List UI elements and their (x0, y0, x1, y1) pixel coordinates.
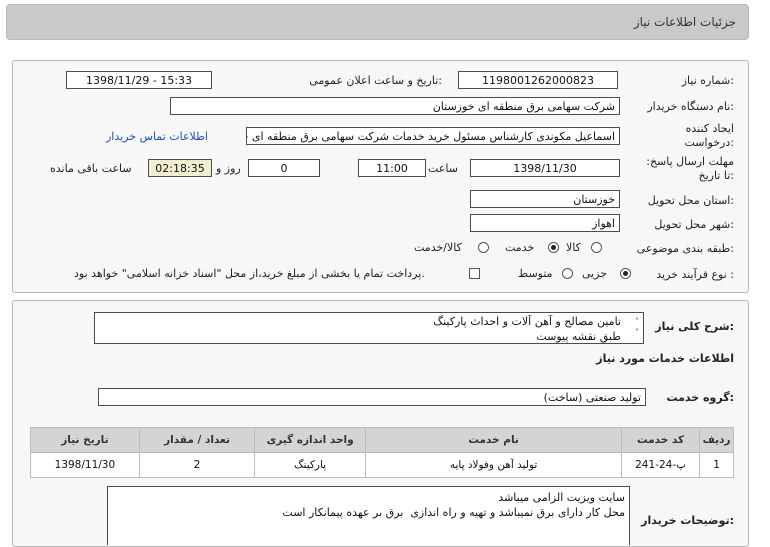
window-title-bar: جزئیات اطلاعات نیاز (6, 4, 749, 40)
category-label: طبقه بندی موضوعی: (636, 242, 734, 255)
table-row: 1 پ-24-241 تولید آهن وفولاد پایه پارکینگ… (30, 452, 734, 478)
services-table: ردیف کد خدمت نام خدمت واحد اندازه گیری ت… (30, 427, 734, 478)
cell-row-number: 1 (699, 452, 734, 478)
column-header-service-code: کد خدمت (621, 427, 701, 453)
category-option-service: خدمت (505, 241, 535, 254)
process-label: نوع فرآیند خرید : (656, 268, 734, 281)
radio-button[interactable] (591, 242, 602, 253)
process-radio-minor[interactable] (620, 268, 632, 280)
city-field: اهواز (470, 214, 620, 232)
need-number-field: 1198001262000823 (458, 71, 618, 89)
buyer-notes-label: توضیحات خریدار: (641, 514, 734, 527)
days-remaining-field: 0 (248, 159, 320, 177)
deadline-time-label: ساعت (428, 162, 458, 175)
deadline-time-field: 11:00 (358, 159, 426, 177)
cell-service-name: تولید آهن وفولاد پایه (365, 452, 623, 478)
category-radio-goods[interactable] (591, 242, 603, 254)
deadline-label: مهلت ارسال پاسخ: تا تاریخ: (638, 155, 734, 183)
category-option-goods: کالا (566, 241, 581, 254)
remaining-label: ساعت باقی مانده (50, 162, 132, 175)
services-section-title: اطلاعات خدمات مورد نیاز (596, 352, 734, 365)
buyer-org-field: شرکت سهامی برق منطقه ای خوزستان (170, 97, 620, 115)
process-option-minor: جزیی (582, 267, 608, 280)
column-header-row-number: ردیف (699, 427, 734, 453)
process-radio-medium[interactable] (562, 268, 574, 280)
description-box: تامین مصالح و آهن آلات و احداث پارکینگ ط… (94, 312, 644, 344)
radio-button-selected[interactable] (548, 242, 559, 253)
creator-label: ایجاد کننده درخواست: (642, 122, 735, 150)
province-field: خوزستان (470, 190, 620, 208)
column-header-quantity: تعداد / مقدار (138, 427, 256, 453)
remaining-time-field: 02:18:35 (148, 159, 212, 177)
buyer-notes-box: سایت ویزیت الزامی میباشد محل کار دارای ب… (107, 486, 630, 545)
announce-date-field: 1398/11/29 - 15:33 (66, 71, 212, 89)
service-group-field: تولید صنعتی (ساخت) (98, 388, 646, 406)
column-header-need-date: تاریخ نیاز (30, 427, 140, 453)
announce-date-label: تاریخ و ساعت اعلان عمومی: (309, 74, 442, 87)
creator-label-text: ایجاد کننده درخواست: (684, 122, 735, 149)
description-label: شرح کلی نیاز: (655, 320, 734, 333)
column-header-service-name: نام خدمت (365, 427, 623, 453)
category-radio-service[interactable] (548, 242, 560, 254)
radio-button[interactable] (478, 242, 489, 253)
category-radio-goods-service[interactable] (478, 242, 490, 254)
buyer-contact-link[interactable]: اطلاعات تماس خریدار (106, 130, 208, 143)
treasury-payment-note: پرداخت تمام یا بخشی از مبلغ خرید،از محل … (74, 267, 425, 280)
cell-quantity: 2 (138, 452, 256, 478)
description-line-1: تامین مصالح و آهن آلات و احداث پارکینگ (433, 315, 621, 328)
days-label: روز و (216, 162, 241, 175)
treasury-payment-checkbox[interactable] (469, 268, 480, 279)
description-line-2: طبق نقشه پیوست (536, 330, 621, 343)
radio-button[interactable] (562, 268, 573, 279)
scroll-arrows-icon[interactable]: ˄ ˅ (635, 316, 639, 338)
deadline-date-field: 1398/11/30 (470, 159, 620, 177)
buyer-notes-line-1: سایت ویزیت الزامی میباشد (498, 491, 625, 504)
cell-need-date: 1398/11/30 (30, 452, 140, 478)
need-number-label: شماره نیاز: (681, 74, 734, 87)
process-option-medium: متوسط (518, 267, 553, 280)
city-label: شهر محل تحویل: (654, 218, 734, 231)
category-option-goods-service: کالا/خدمت (414, 241, 462, 254)
table-header-row: ردیف کد خدمت نام خدمت واحد اندازه گیری ت… (30, 427, 734, 453)
creator-field: اسماعیل مکوندی کارشناس مسئول خرید خدمات … (246, 127, 620, 145)
column-header-unit: واحد اندازه گیری (254, 427, 367, 453)
window-title: جزئیات اطلاعات نیاز (633, 15, 736, 29)
cell-unit: پارکینگ (254, 452, 367, 478)
cell-service-code: پ-24-241 (621, 452, 701, 478)
buyer-org-label: نام دستگاه خریدار: (647, 100, 734, 113)
service-group-label: گروه خدمت: (666, 391, 734, 404)
radio-button-selected[interactable] (620, 268, 631, 279)
deadline-label-text: مهلت ارسال پاسخ: تا تاریخ: (646, 155, 734, 182)
province-label: استان محل تحویل: (647, 194, 734, 207)
buyer-notes-line-2: محل کار دارای برق نمیباشد و تهیه و راه ا… (282, 506, 625, 519)
